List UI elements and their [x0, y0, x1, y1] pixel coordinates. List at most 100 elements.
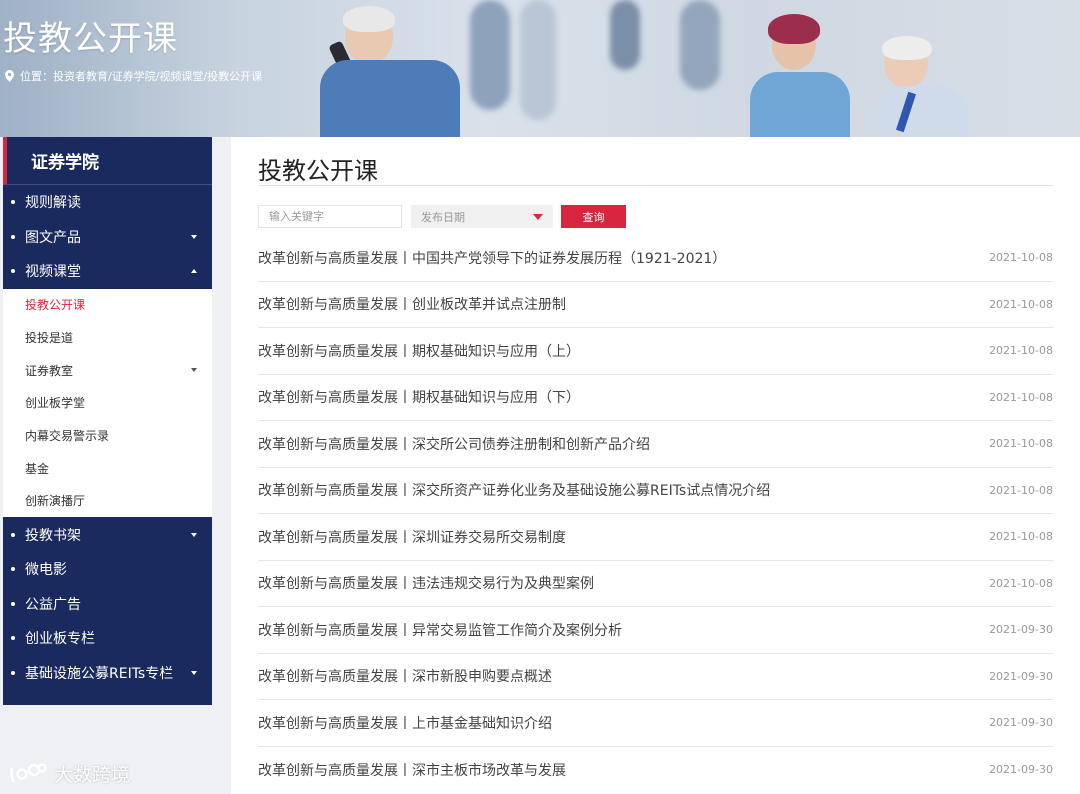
list-item[interactable]: 改革创新与高质量发展丨中国共产党领导下的证券发展历程（1921-2021） 202…: [258, 235, 1053, 282]
list-item[interactable]: 改革创新与高质量发展丨深市新股申购要点概述 2021-09-30: [258, 654, 1053, 700]
list-item-title[interactable]: 改革创新与高质量发展丨中国共产党领导下的证券发展历程（1921-2021）: [258, 248, 726, 268]
banner-bg-shape: [520, 0, 556, 120]
list-item-title[interactable]: 改革创新与高质量发展丨异常交易监管工作简介及案例分析: [258, 620, 622, 640]
subnav-item-toutou[interactable]: 投投是道: [3, 321, 212, 354]
list-item-title[interactable]: 改革创新与高质量发展丨深市新股申购要点概述: [258, 666, 552, 686]
list-item-title[interactable]: 改革创新与高质量发展丨上市基金基础知识介绍: [258, 713, 552, 733]
bullet-icon: [11, 234, 15, 239]
chevron-down-icon: [191, 670, 197, 675]
bullet-icon: [11, 200, 15, 205]
publish-date-select[interactable]: 发布日期: [411, 205, 553, 228]
subnav-item-open-course[interactable]: 投教公开课: [3, 289, 212, 322]
watermark-logo-icon: [10, 762, 47, 783]
nav-item-label: 创业板专栏: [25, 631, 95, 648]
list-item-title[interactable]: 改革创新与高质量发展丨创业板改革并试点注册制: [258, 294, 566, 314]
banner-figure-woman: [750, 0, 850, 137]
chevron-down-icon: [191, 368, 197, 373]
nav-item-graphic-products[interactable]: 图文产品: [3, 220, 212, 255]
bullet-icon: [11, 601, 15, 606]
banner-figure-phone: [320, 0, 460, 137]
list-item-title[interactable]: 改革创新与高质量发展丨深圳证券交易所交易制度: [258, 527, 566, 547]
list-item-title[interactable]: 改革创新与高质量发展丨违法违规交易行为及典型案例: [258, 573, 594, 593]
nav-item-label: 微电影: [25, 562, 67, 579]
list-item-date: 2021-10-08: [989, 483, 1053, 497]
list-item-date: 2021-09-30: [989, 716, 1053, 730]
breadcrumb-text[interactable]: 位置：投资者教育/证券学院/视频课堂/投教公开课: [20, 68, 262, 84]
subnav-item-label: 投投是道: [25, 331, 74, 346]
list-item-title[interactable]: 改革创新与高质量发展丨期权基础知识与应用（上）: [258, 341, 580, 361]
nav-item-label: 公益广告: [25, 596, 81, 613]
list-item-date: 2021-10-08: [989, 530, 1053, 544]
list-item-date: 2021-10-08: [989, 251, 1053, 265]
nav-item-rule-interpretation[interactable]: 规则解读: [3, 185, 212, 220]
bullet-icon: [11, 636, 15, 641]
list-item[interactable]: 改革创新与高质量发展丨违法违规交易行为及典型案例 2021-10-08: [258, 561, 1053, 607]
chevron-up-icon: [191, 269, 197, 274]
keyword-search-input[interactable]: [258, 205, 402, 228]
list-item[interactable]: 改革创新与高质量发展丨期权基础知识与应用（下） 2021-10-08: [258, 375, 1053, 421]
list-item[interactable]: 改革创新与高质量发展丨上市基金基础知识介绍 2021-09-30: [258, 700, 1053, 747]
sidebar: 证券学院 规则解读 图文产品 视频课堂 投教公开课 投投是道 证券教室 创业板学…: [3, 137, 212, 705]
subnav-item-label: 投教公开课: [25, 298, 86, 313]
list-item-date: 2021-10-08: [989, 344, 1053, 358]
list-item[interactable]: 改革创新与高质量发展丨深交所公司债券注册制和创新产品介绍 2021-10-08: [258, 421, 1053, 468]
list-item-date: 2021-09-30: [989, 669, 1053, 683]
main-content: 投教公开课 发布日期 查询 改革创新与高质量发展丨中国共产党领导下的证券发展历程…: [231, 137, 1080, 794]
nav-item-reits-column[interactable]: 基础设施公募REITs专栏: [3, 655, 212, 690]
nav-item-gem-column[interactable]: 创业板专栏: [3, 621, 212, 656]
list-item[interactable]: 改革创新与高质量发展丨创业板改革并试点注册制 2021-10-08: [258, 282, 1053, 328]
list-item-date: 2021-10-08: [989, 576, 1053, 590]
list-item-date: 2021-09-30: [989, 623, 1053, 637]
list-item-date: 2021-10-08: [989, 437, 1053, 451]
nav-item-label: 图文产品: [25, 229, 81, 246]
list-item[interactable]: 改革创新与高质量发展丨异常交易监管工作简介及案例分析 2021-09-30: [258, 607, 1053, 654]
subnav-item-fund[interactable]: 基金: [3, 452, 212, 485]
subnav-item-label: 创新演播厅: [25, 494, 86, 509]
nav-item-micro-film[interactable]: 微电影: [3, 552, 212, 587]
subnav-item-label: 创业板学堂: [25, 396, 86, 411]
list-item[interactable]: 改革创新与高质量发展丨期权基础知识与应用（上） 2021-10-08: [258, 328, 1053, 375]
list-item-title[interactable]: 改革创新与高质量发展丨期权基础知识与应用（下）: [258, 387, 580, 407]
nav-item-video-class[interactable]: 视频课堂: [3, 254, 212, 289]
publish-date-label: 发布日期: [421, 210, 465, 224]
course-list: 改革创新与高质量发展丨中国共产党领导下的证券发展历程（1921-2021） 202…: [258, 235, 1053, 793]
list-item-title[interactable]: 改革创新与高质量发展丨深市主板市场改革与发展: [258, 760, 566, 780]
location-pin-icon: [5, 70, 14, 82]
chevron-down-icon: [191, 532, 197, 537]
banner-bg-shape: [470, 0, 510, 110]
breadcrumb: 位置：投资者教育/证券学院/视频课堂/投教公开课: [5, 68, 262, 84]
subnav-item-gem-school[interactable]: 创业板学堂: [3, 387, 212, 420]
subnav-item-securities-classroom[interactable]: 证券教室: [3, 354, 212, 387]
nav-item-public-ads[interactable]: 公益广告: [3, 586, 212, 621]
chevron-down-icon: [533, 213, 543, 220]
subnav-item-innovation-studio[interactable]: 创新演播厅: [3, 485, 212, 518]
bullet-icon: [11, 269, 15, 274]
query-button[interactable]: 查询: [561, 205, 626, 228]
subnav-item-label: 证券教室: [25, 363, 74, 378]
nav-item-label: 基础设施公募REITs专栏: [25, 665, 174, 682]
subnav-item-label: 内幕交易警示录: [25, 429, 110, 444]
list-item-date: 2021-10-08: [989, 297, 1053, 311]
list-item[interactable]: 改革创新与高质量发展丨深圳证券交易所交易制度 2021-10-08: [258, 514, 1053, 561]
banner-bg-shape: [680, 0, 720, 90]
chevron-down-icon: [191, 234, 197, 239]
sidebar-header[interactable]: 证券学院: [3, 137, 212, 185]
page-title: 投教公开课: [258, 157, 378, 185]
bullet-icon: [11, 532, 15, 537]
list-item-title[interactable]: 改革创新与高质量发展丨深交所公司债券注册制和创新产品介绍: [258, 434, 650, 454]
banner-title: 投教公开课: [3, 19, 178, 59]
list-item[interactable]: 改革创新与高质量发展丨深交所资产证券化业务及基础设施公募REITs试点情况介绍 2…: [258, 468, 1053, 514]
watermark: 大数跨境: [8, 760, 130, 787]
list-item[interactable]: 改革创新与高质量发展丨深市主板市场改革与发展 2021-09-30: [258, 747, 1053, 794]
title-divider: [258, 185, 1053, 186]
nav-item-bookshelf[interactable]: 投教书架: [3, 517, 212, 552]
page-banner: 投教公开课 位置：投资者教育/证券学院/视频课堂/投教公开课: [0, 0, 1080, 137]
list-item-title[interactable]: 改革创新与高质量发展丨深交所资产证券化业务及基础设施公募REITs试点情况介绍: [258, 480, 770, 500]
subnav-item-insider-warning[interactable]: 内幕交易警示录: [3, 419, 212, 452]
subnav-item-label: 基金: [25, 461, 50, 476]
list-item-date: 2021-09-30: [989, 763, 1053, 777]
banner-figure-man: [870, 0, 970, 137]
list-item-date: 2021-10-08: [989, 390, 1053, 404]
watermark-text: 大数跨境: [54, 764, 131, 786]
nav-item-label: 投教书架: [25, 527, 81, 544]
